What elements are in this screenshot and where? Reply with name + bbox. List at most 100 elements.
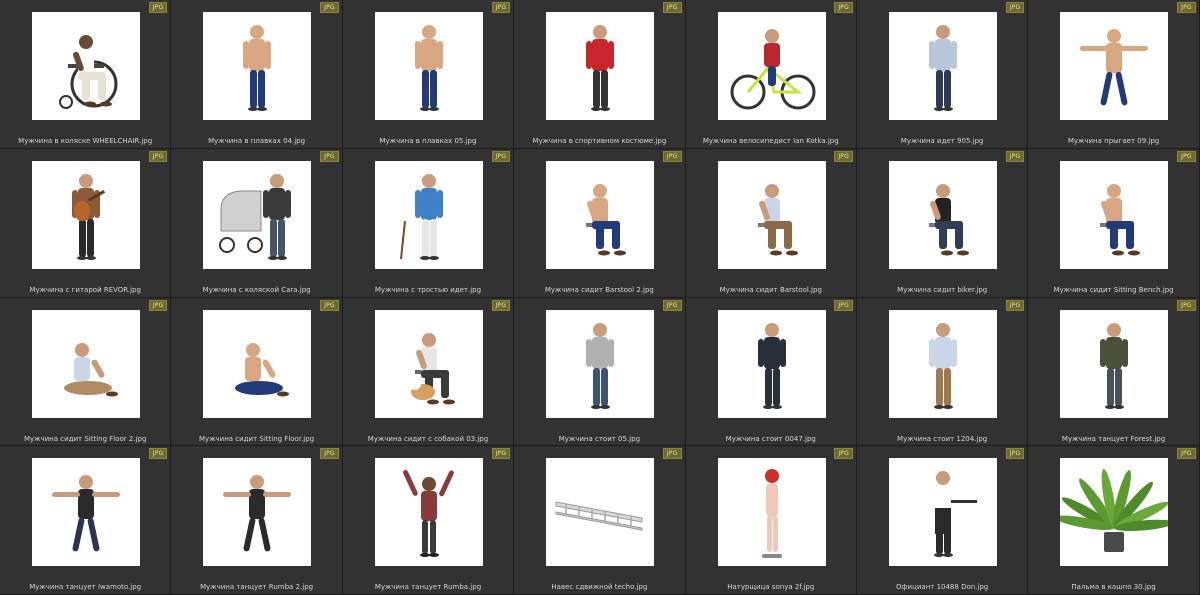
thumbnail-item[interactable]: JPG Мужчина стоит 0047.jpg	[685, 297, 857, 447]
thumbnail-item[interactable]: JPG Мужчина сидит с собакой 03.jpg	[342, 297, 515, 447]
thumbnail-grid: JPG Мужчина в коляске WHEELCHAIR.jpg JPG Му…	[0, 0, 1200, 595]
thumbnail-image[interactable]	[203, 309, 312, 418]
thumbnail-image[interactable]	[717, 12, 826, 120]
thumbnail-item[interactable]: JPG Мужчина танцует Rumba.jpg	[342, 446, 515, 595]
thumbnail-image[interactable]	[1060, 458, 1169, 567]
standing-man-icon	[757, 322, 786, 409]
stroller-man-icon	[219, 173, 292, 260]
thumbnail-item[interactable]: JPG Мужчина стоит 05.jpg	[514, 297, 686, 447]
file-name-label: Мужчина танцует Rumba.jpg	[374, 583, 482, 592]
thumbnail-item[interactable]: JPG Пальма в кашпо 30.jpg	[1028, 446, 1200, 595]
thumbnail-image[interactable]	[32, 458, 140, 567]
thumbnail-image[interactable]	[374, 12, 483, 120]
file-name-label: Мужчина стоит 1204.jpg	[897, 434, 988, 443]
standing-man-icon	[586, 322, 615, 409]
file-type-badge: JPG	[834, 150, 853, 162]
thumbnail-image[interactable]	[374, 160, 483, 269]
thumbnail-image[interactable]	[203, 458, 312, 567]
file-name-label: Мужчина сидит Barstool 2.jpg	[544, 285, 654, 294]
thumbnail-item[interactable]: JPG Мужчина с тростью идет.jpg	[342, 148, 515, 298]
file-type-badge: JPG	[491, 448, 511, 460]
thumbnail-item[interactable]: JPG Мужчина в коляске WHEELCHAIR.jpg	[0, 0, 172, 149]
file-name-label: Мужчина танцует Forest.jpg	[1061, 434, 1166, 443]
file-name-label: Официант 10488 Don.jpg	[896, 583, 989, 592]
jumping-man-icon	[1080, 29, 1149, 106]
standing-man-icon	[928, 322, 957, 409]
thumbnail-item[interactable]: JPG Натурщица sonya 2f.jpg	[685, 446, 857, 595]
file-name-label: Мужчина с тростью идет.jpg	[374, 285, 482, 294]
file-name-label: Мужчина сидит с собакой 03.jpg	[367, 434, 489, 443]
thumbnail-item[interactable]: JPG Мужчина сидит Sitting Floor.jpg	[171, 297, 343, 447]
dancing-man-icon	[223, 475, 292, 552]
thumbnail-item[interactable]: JPG Навес сдвижной techo.jpg	[514, 446, 686, 595]
file-name-label: Мужчина сидит biker.jpg	[897, 285, 988, 294]
thumbnail-image[interactable]	[374, 309, 483, 418]
sitting-man-icon	[586, 183, 627, 256]
thumbnail-item[interactable]: JPG Мужчина сидит Barstool.jpg	[685, 148, 857, 298]
thumbnail-item[interactable]: JPG Мужчина танцует Forest.jpg	[1028, 297, 1200, 447]
thumbnail-item[interactable]: JPG Мужчина с коляской Cara.jpg	[171, 148, 343, 298]
file-name-label: Мужчина в плавках 04.jpg	[208, 137, 306, 145]
file-type-badge: JPG	[662, 448, 682, 460]
thumbnail-image[interactable]	[203, 160, 312, 269]
thumbnail-image[interactable]	[32, 309, 140, 418]
thumbnail-image[interactable]	[717, 458, 826, 567]
thumbnail-image[interactable]	[717, 309, 826, 418]
thumbnail-item[interactable]: JPG Мужчина танцует Rumba 2.jpg	[171, 446, 343, 595]
swimsuit-man-icon	[414, 25, 443, 111]
thumbnail-image[interactable]	[546, 160, 655, 269]
thumbnail-image[interactable]	[888, 12, 997, 120]
file-type-badge: JPG	[1177, 150, 1196, 162]
thumbnail-image[interactable]	[1060, 160, 1169, 269]
thumbnail-image[interactable]	[374, 458, 483, 567]
thumbnail-item[interactable]: JPG Мужчина идет 905.jpg	[856, 0, 1029, 149]
file-type-badge: JPG	[148, 150, 168, 162]
thumbnail-item[interactable]: JPG Мужчина велосипедист Ian Kotka.jpg	[685, 0, 857, 149]
walking-man-icon	[928, 25, 957, 111]
thumbnail-item[interactable]: JPG Мужчина сидит Sitting Floor 2.jpg	[0, 297, 172, 447]
thumbnail-image[interactable]	[1060, 309, 1169, 418]
thumbnail-image[interactable]	[888, 160, 997, 269]
thumbnail-image[interactable]	[546, 309, 655, 418]
file-name-label: Натурщица sonya 2f.jpg	[727, 583, 815, 592]
thumbnail-image[interactable]	[888, 309, 997, 418]
dog-man-icon	[408, 332, 455, 404]
thumbnail-item[interactable]: JPG Мужчина в плавках 05.jpg	[342, 0, 515, 149]
model-woman-icon	[761, 469, 782, 559]
thumbnail-item[interactable]: JPG Официант 10488 Don.jpg	[856, 446, 1029, 595]
file-type-badge: JPG	[1005, 299, 1025, 311]
thumbnail-image[interactable]	[888, 458, 997, 567]
file-type-badge: JPG	[1005, 2, 1025, 13]
sitting-man-icon	[1100, 183, 1141, 256]
file-type-badge: JPG	[148, 299, 168, 311]
thumbnail-item[interactable]: JPG Мужчина в плавках 04.jpg	[171, 0, 343, 149]
file-name-label: Мужчина с коляской Cara.jpg	[202, 285, 311, 294]
file-name-label: Мужчина в коляске WHEELCHAIR.jpg	[18, 137, 153, 145]
dancing-man-icon	[52, 475, 120, 552]
thumbnail-item[interactable]: JPG Мужчина в спортивном костюме.jpg	[514, 0, 686, 149]
file-name-label: Пальма в кашпо 30.jpg	[1071, 583, 1156, 592]
floor-sitting-man-icon	[235, 342, 290, 396]
thumbnail-image[interactable]	[32, 160, 140, 269]
file-type-badge: JPG	[834, 299, 853, 311]
thumbnail-item[interactable]: JPG Мужчина танцует Iwamoto.jpg	[0, 446, 172, 595]
thumbnail-image[interactable]	[32, 12, 140, 120]
thumbnail-image[interactable]	[546, 12, 655, 120]
arms-up-man-icon	[402, 470, 454, 558]
thumbnail-image[interactable]	[717, 160, 826, 269]
thumbnail-item[interactable]: JPG Мужчина сидит biker.jpg	[856, 148, 1029, 298]
thumbnail-item[interactable]: JPG Мужчина стоит 1204.jpg	[856, 297, 1029, 447]
thumbnail-item[interactable]: JPG Мужчина с гитарой REVOR.jpg	[0, 148, 172, 298]
sliding-canopy-icon	[555, 501, 643, 531]
thumbnail-item[interactable]: JPG Мужчина сидит Barstool 2.jpg	[514, 148, 686, 298]
file-type-badge: JPG	[1177, 448, 1196, 460]
file-type-badge: JPG	[320, 150, 339, 162]
thumbnail-image[interactable]	[203, 12, 312, 120]
thumbnail-item[interactable]: JPG Мужчина сидит Sitting Bench.jpg	[1028, 148, 1200, 298]
file-name-label: Мужчина велосипедист Ian Kotka.jpg	[702, 137, 839, 145]
thumbnail-image[interactable]	[546, 458, 655, 567]
thumbnail-image[interactable]	[1060, 12, 1169, 120]
file-type-badge: JPG	[320, 299, 339, 311]
file-type-badge: JPG	[491, 2, 511, 13]
thumbnail-item[interactable]: JPG Мужчина прыгает 09.jpg	[1028, 0, 1200, 149]
